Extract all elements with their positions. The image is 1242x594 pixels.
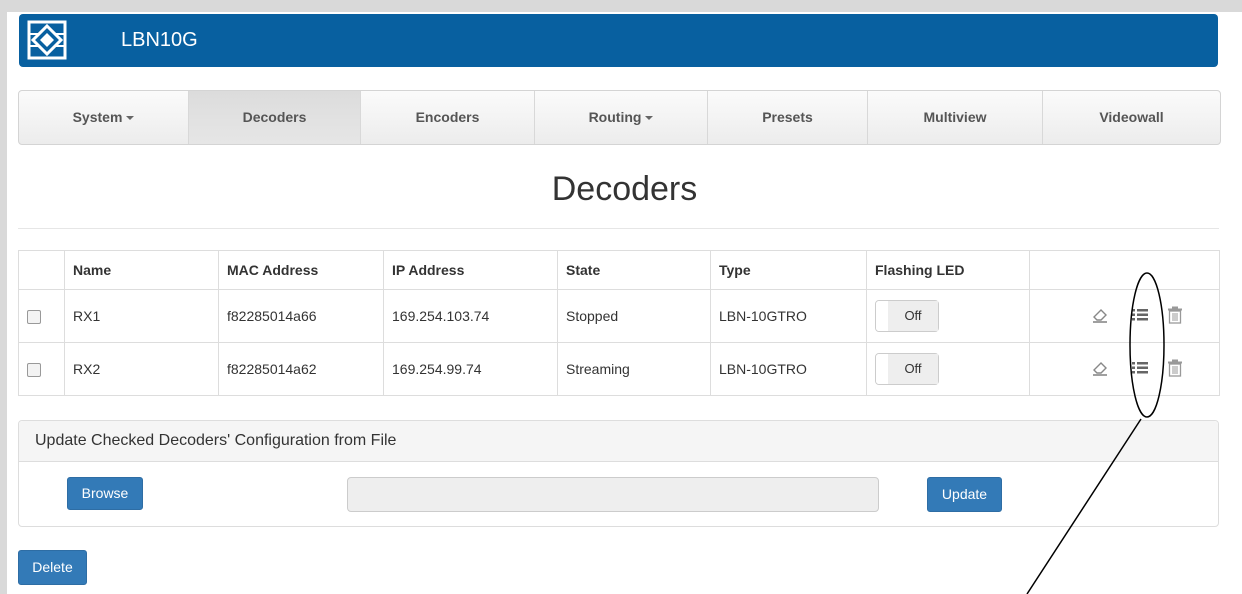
- nav-routing-label: Routing: [588, 109, 642, 125]
- col-select: [18, 250, 65, 290]
- type-cell: LBN-10GTRO: [710, 342, 867, 396]
- col-ip: IP Address: [383, 250, 558, 290]
- nav-decoders[interactable]: Decoders: [189, 91, 361, 144]
- caret-down-icon: [645, 116, 654, 121]
- trash-icon[interactable]: [1166, 306, 1184, 327]
- file-path-input[interactable]: [347, 477, 879, 512]
- ip-cell: 169.254.99.74: [383, 342, 558, 396]
- col-flashing-led: Flashing LED: [866, 250, 1030, 290]
- nav-system-label: System: [72, 109, 123, 125]
- nav-system[interactable]: System: [19, 91, 189, 144]
- actions-cell: [1029, 289, 1220, 343]
- row-checkbox[interactable]: [27, 310, 41, 325]
- app-title: LBN10G: [121, 29, 198, 51]
- list-icon[interactable]: [1131, 306, 1149, 327]
- led-cell: Off: [866, 342, 1030, 396]
- company-logo-icon: [27, 20, 67, 60]
- nav-presets[interactable]: Presets: [708, 91, 868, 144]
- nav-routing[interactable]: Routing: [535, 91, 708, 144]
- eraser-icon[interactable]: [1091, 359, 1109, 380]
- page: LBN10G System Decoders Encoders Routing …: [7, 12, 1242, 594]
- name-cell: RX1: [64, 289, 219, 343]
- nav-encoders[interactable]: Encoders: [361, 91, 535, 144]
- table-header-row: Name MAC Address IP Address State Type F…: [18, 250, 1220, 290]
- main-nav: System Decoders Encoders Routing Presets…: [18, 90, 1221, 145]
- eraser-icon[interactable]: [1091, 306, 1109, 327]
- nav-multiview[interactable]: Multiview: [868, 91, 1043, 144]
- row-checkbox[interactable]: [27, 363, 41, 378]
- nav-encoders-label: Encoders: [415, 109, 480, 125]
- browse-button[interactable]: Browse: [67, 477, 143, 510]
- col-name: Name: [64, 250, 219, 290]
- mac-cell: f82285014a62: [218, 342, 384, 396]
- decoders-table: Name MAC Address IP Address State Type F…: [18, 250, 1220, 396]
- actions-cell: [1029, 342, 1220, 396]
- nav-presets-label: Presets: [762, 109, 813, 125]
- col-state: State: [557, 250, 711, 290]
- toggle-label: Off: [888, 354, 938, 384]
- type-cell: LBN-10GTRO: [710, 289, 867, 343]
- state-cell: Stopped: [557, 289, 711, 343]
- delete-button[interactable]: Delete: [18, 550, 87, 585]
- table-row: RX1 f82285014a66 169.254.103.74 Stopped …: [18, 289, 1220, 343]
- app-header: LBN10G: [19, 14, 1218, 67]
- caret-down-icon: [126, 116, 135, 121]
- page-title: Decoders: [551, 170, 698, 208]
- name-cell: RX2: [64, 342, 219, 396]
- table-row: RX2 f82285014a62 169.254.99.74 Streaming…: [18, 342, 1220, 396]
- ip-cell: 169.254.103.74: [383, 289, 558, 343]
- flashing-led-toggle[interactable]: Off: [875, 353, 939, 385]
- update-panel-heading: Update Checked Decoders' Configuration f…: [19, 421, 1218, 462]
- state-cell: Streaming: [557, 342, 711, 396]
- col-mac: MAC Address: [218, 250, 384, 290]
- mac-cell: f82285014a66: [218, 289, 384, 343]
- row-select-cell: [18, 289, 65, 343]
- toggle-label: Off: [888, 301, 938, 331]
- flashing-led-toggle[interactable]: Off: [875, 300, 939, 332]
- nav-videowall[interactable]: Videowall: [1043, 91, 1220, 144]
- update-config-panel: Update Checked Decoders' Configuration f…: [18, 420, 1219, 527]
- nav-decoders-label: Decoders: [242, 109, 307, 125]
- led-cell: Off: [866, 289, 1030, 343]
- update-button[interactable]: Update: [927, 477, 1002, 512]
- col-actions: [1029, 250, 1220, 290]
- divider: [18, 228, 1219, 229]
- nav-videowall-label: Videowall: [1099, 109, 1164, 125]
- trash-icon[interactable]: [1166, 359, 1184, 380]
- row-select-cell: [18, 342, 65, 396]
- nav-multiview-label: Multiview: [923, 109, 987, 125]
- col-type: Type: [710, 250, 867, 290]
- list-icon[interactable]: [1131, 359, 1149, 380]
